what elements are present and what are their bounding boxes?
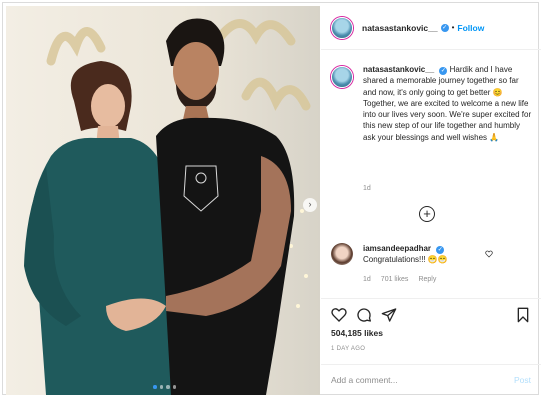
comment-text-block: iamsandeepadhar ✓ Congratulations!!! 😁😁 [363,243,448,266]
comment-like-heart-icon[interactable] [485,250,493,258]
separator-dot: • [451,23,455,32]
carousel-next-button[interactable]: › [303,198,317,212]
load-more-comments-button[interactable]: + [419,206,435,222]
author-username[interactable]: natasastankovic__ [362,23,438,33]
commenter-avatar[interactable] [331,243,353,265]
photo-illustration [6,6,320,395]
plus-icon: + [423,206,431,221]
commenter-username[interactable]: iamsandeepadhar [363,244,431,253]
bookmark-icon[interactable] [515,307,531,323]
comment-icon[interactable] [356,307,372,323]
like-count[interactable]: 504,185 likes [331,328,383,338]
commenter-verified-icon: ✓ [436,246,445,254]
post-header: natasastankovic__ ✓ • Follow [321,6,541,50]
add-comment-input[interactable]: Add a comment... [331,375,398,385]
follow-button[interactable]: Follow [457,23,484,33]
carousel-dot-3 [166,385,170,389]
comment-likes[interactable]: 701 likes [381,276,409,283]
heart-icon[interactable] [331,307,347,323]
comment-reply-button[interactable]: Reply [418,276,436,283]
author-avatar[interactable] [331,16,353,39]
caption-avatar[interactable] [331,66,353,88]
chevron-right-icon: › [308,199,312,209]
share-icon[interactable] [381,307,397,323]
carousel-dot-1 [153,385,157,389]
verified-icon: ✓ [440,23,449,32]
caption-text-block: natasastankovic__ ✓ Hardik and I have sh… [363,64,533,143]
comment-time[interactable]: 1d [363,276,371,283]
caption-verified-icon: ✓ [439,67,448,75]
post-sidebar: natasastankovic__ ✓ • Follow natasastank… [321,6,541,395]
post-comment-button[interactable]: Post [514,375,531,385]
caption-text: Hardik and I have shared a memorable jou… [363,65,532,142]
add-comment-bar: Add a comment... Post [321,364,541,395]
caption-time[interactable]: 1d [363,185,371,192]
carousel-indicator [153,385,176,389]
comment-meta: 1d 701 likes Reply [363,276,436,283]
action-bar [321,298,541,326]
comment-text: Congratulations!!! 😁😁 [363,255,448,265]
post-timestamp[interactable]: 1 DAY AGO [331,346,365,352]
caption: natasastankovic__ ✓ Hardik and I have sh… [331,64,536,143]
instagram-post: › natasastankovic__ ✓ • Follow natasasta… [2,2,541,395]
carousel-dot-4 [172,385,176,389]
comment: iamsandeepadhar ✓ Congratulations!!! 😁😁 [331,243,536,266]
carousel-dot-2 [159,385,163,389]
caption-username[interactable]: natasastankovic__ [363,65,434,74]
post-photo[interactable]: › [6,6,320,395]
